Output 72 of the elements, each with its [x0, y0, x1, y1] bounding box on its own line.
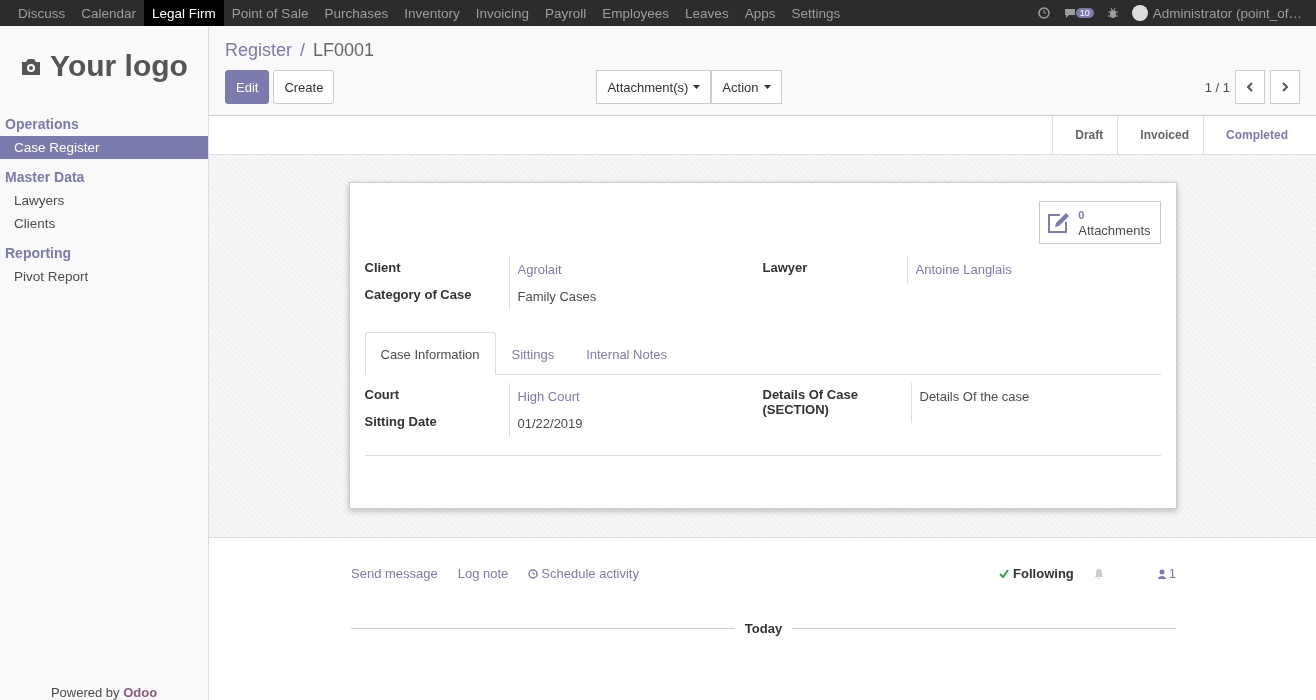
chevron-right-icon	[1281, 82, 1289, 92]
field-label: Client	[364, 259, 402, 278]
field-value: 01/22/2019	[508, 410, 763, 438]
menu-item[interactable]: Inventory	[396, 0, 468, 26]
sidebar-item[interactable]: Case Register	[0, 136, 208, 159]
menu-item[interactable]: Calendar	[73, 0, 145, 26]
breadcrumb-link[interactable]: Register	[225, 40, 293, 61]
field-label: Lawyer	[762, 259, 809, 278]
menu-item[interactable]: Discuss	[10, 0, 74, 26]
menu-item[interactable]: Leaves	[677, 0, 737, 26]
field-label: Details Of Case (SECTION)	[762, 386, 859, 420]
field-label: Category of Case	[364, 286, 473, 305]
field-value: Family Cases	[508, 283, 763, 311]
section-title: Reporting	[4, 244, 73, 263]
clock-icon	[1037, 7, 1050, 19]
caret-icon	[693, 85, 701, 89]
menu-item[interactable]: Payroll	[537, 0, 595, 26]
date-separator: Today	[744, 621, 783, 637]
previous-button[interactable]	[1235, 70, 1265, 104]
chevron-left-icon	[1246, 82, 1254, 92]
field-link[interactable]: Agrolait	[508, 256, 763, 284]
message-count-badge: 10	[1075, 8, 1094, 18]
section-title: Master Data	[4, 168, 86, 187]
status-stage[interactable]: Invoiced	[1117, 116, 1203, 154]
user-name[interactable]: Administrator (point_of…	[1152, 5, 1302, 21]
tab[interactable]: Sittings	[495, 332, 571, 376]
person-icon	[1157, 568, 1166, 579]
follower-count[interactable]: 1	[1168, 566, 1176, 582]
menu-item[interactable]: Employees	[594, 0, 678, 26]
menu-item[interactable]: Invoicing	[467, 0, 538, 26]
create-button[interactable]: Create	[273, 70, 335, 104]
status-stage[interactable]: Completed	[1203, 116, 1302, 154]
field-link[interactable]: Antoine Langlais	[906, 256, 1161, 284]
dropdown-button[interactable]: Attachment(s)	[596, 70, 712, 104]
tab[interactable]: Internal Notes	[570, 332, 684, 376]
log-note-link[interactable]: Log note	[457, 566, 509, 582]
dropdown-button[interactable]: Action	[711, 70, 782, 104]
caret-icon	[763, 85, 771, 89]
pencil-square-icon	[1046, 211, 1071, 234]
schedule-activity-link[interactable]: Schedule activity	[528, 566, 639, 582]
edit-button[interactable]: Edit	[225, 70, 270, 104]
sidebar-item[interactable]: Clients	[0, 212, 208, 235]
menu-item[interactable]: Purchases	[316, 0, 397, 26]
chat-icon	[1063, 8, 1076, 18]
menu-item[interactable]: Settings	[783, 0, 849, 26]
sidebar-item[interactable]: Pivot Report	[0, 265, 208, 288]
bell-icon	[1093, 568, 1104, 580]
breadcrumb-current: LF0001	[313, 40, 375, 61]
status-stage[interactable]: Draft	[1052, 116, 1118, 154]
menu-item[interactable]: Apps	[736, 0, 784, 26]
check-icon	[999, 569, 1010, 579]
field-link[interactable]: High Court	[508, 383, 763, 411]
logo-text: Your logo	[50, 49, 188, 83]
pager-value: 1 / 1	[1204, 79, 1230, 95]
menu-item[interactable]: Point of Sale	[223, 0, 317, 26]
bug-icon	[1107, 7, 1118, 19]
attachments-button[interactable]: 0 Attachments	[1039, 201, 1161, 245]
field-label: Sitting Date	[364, 413, 438, 432]
tab[interactable]: Case Information	[364, 332, 496, 376]
breadcrumb-separator: /	[300, 40, 306, 61]
next-button[interactable]	[1270, 70, 1300, 104]
section-title: Operations	[4, 115, 80, 134]
field-value: Details Of the case	[910, 383, 1161, 424]
send-message-link[interactable]: Send message	[351, 566, 438, 582]
avatar[interactable]	[1131, 5, 1148, 21]
camera-icon	[20, 56, 43, 76]
powered-by-text: Powered by Odoo	[49, 685, 159, 700]
following-button[interactable]: Following	[1013, 566, 1074, 582]
field-label: Court	[364, 386, 401, 405]
sidebar-item[interactable]: Lawyers	[0, 189, 208, 212]
clock-icon	[528, 568, 539, 579]
menu-item[interactable]: Legal Firm	[144, 0, 224, 26]
